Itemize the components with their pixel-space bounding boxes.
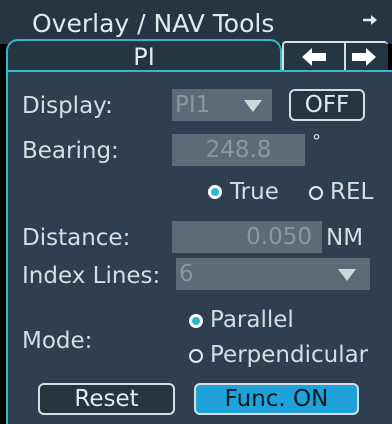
- display-label: Display:: [22, 93, 113, 119]
- rel-radio[interactable]: [309, 186, 323, 200]
- index-lines-select-value: 6: [179, 261, 194, 287]
- rel-radio-label: REL: [330, 179, 374, 205]
- pi-dialog: Overlay / NAV Tools PI Display: PI1 OFF …: [0, 0, 392, 424]
- true-radio[interactable]: [208, 185, 222, 199]
- arrow-left-icon: [302, 48, 326, 66]
- bearing-unit: °: [312, 131, 321, 152]
- tab-next-button[interactable]: [344, 43, 380, 71]
- tab-navigation: [282, 41, 388, 71]
- display-toggle-button[interactable]: OFF: [289, 89, 365, 121]
- index-lines-label: Index Lines:: [22, 263, 161, 289]
- chevron-down-icon: [338, 269, 356, 281]
- tab-prev-button[interactable]: [298, 43, 332, 71]
- distance-unit: NM: [326, 225, 364, 251]
- arrow-right-icon: [352, 48, 376, 66]
- tab-pi[interactable]: PI: [6, 39, 282, 72]
- perpendicular-radio[interactable]: [189, 349, 203, 363]
- parallel-radio[interactable]: [189, 314, 203, 328]
- parallel-radio-label: Parallel: [210, 307, 294, 333]
- window-title: Overlay / NAV Tools: [32, 9, 275, 38]
- distance-input[interactable]: 0.050: [172, 221, 322, 253]
- reset-button[interactable]: Reset: [38, 383, 175, 415]
- chevron-down-icon: [244, 100, 262, 112]
- title-bar: Overlay / NAV Tools: [0, 0, 392, 44]
- tab-pi-label: PI: [133, 43, 155, 71]
- true-radio-label: True: [230, 179, 279, 205]
- func-on-button[interactable]: Func. ON: [194, 383, 359, 415]
- mode-label: Mode:: [22, 328, 93, 354]
- arrow-right-icon[interactable]: [362, 13, 380, 27]
- bearing-label: Bearing:: [22, 138, 119, 164]
- bearing-input[interactable]: 248.8: [172, 134, 305, 166]
- display-select-value: PI1: [175, 92, 211, 118]
- distance-label: Distance:: [22, 225, 131, 251]
- perpendicular-radio-label: Perpendicular: [210, 342, 369, 368]
